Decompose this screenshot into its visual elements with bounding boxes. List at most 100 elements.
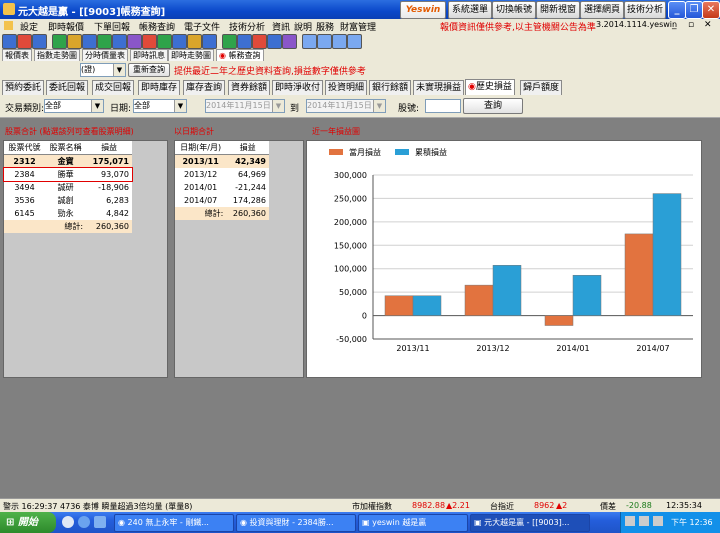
stock-top-row[interactable]: 2312 金寶 175,071 xyxy=(4,154,132,168)
tab-bank-balance[interactable]: 銀行餘額 xyxy=(369,80,412,95)
choose-web-button[interactable]: 選擇網頁 xyxy=(580,1,624,19)
tool-icon-16[interactable] xyxy=(237,34,252,49)
ie-icon[interactable] xyxy=(78,516,90,528)
stock-pl: 175,071 xyxy=(86,154,132,168)
chevron-down-icon: ▼ xyxy=(91,100,103,112)
minimize-icon[interactable]: _ xyxy=(668,1,686,19)
tab-realtime-inventory[interactable]: 即時庫存 xyxy=(138,80,181,95)
tool-icon-11[interactable] xyxy=(157,34,172,49)
tool-icon-17[interactable] xyxy=(252,34,267,49)
table-row[interactable]: 3536 誠創 6,283 xyxy=(4,194,132,207)
quicklaunch-icon-1[interactable] xyxy=(62,516,74,528)
table-row[interactable]: 2384 勝華 93,070 xyxy=(3,167,133,182)
table-row[interactable]: 6145 勁永 4,842 xyxy=(4,207,132,220)
tool-icon-14[interactable] xyxy=(202,34,217,49)
y-tick-label: 250,000 xyxy=(334,194,367,203)
y-tick-label: -50,000 xyxy=(336,335,367,344)
tool-icon-4[interactable] xyxy=(52,34,67,49)
menu-orders[interactable]: 下單回報 xyxy=(94,20,130,33)
switch-account-button[interactable]: 切換帳號 xyxy=(492,1,536,19)
date-top-row[interactable]: 2013/11 42,349 xyxy=(175,154,269,168)
tech-analysis-button[interactable]: 技術分析 xyxy=(624,1,666,19)
menu-quotes[interactable]: 即時報價 xyxy=(48,20,84,33)
stock-code: 3494 xyxy=(4,181,46,194)
mdi-restore-icon[interactable]: ▫ xyxy=(688,20,694,30)
task-yuanta[interactable]: ▣ 元大越是贏 - [[9003]... xyxy=(470,514,590,532)
stock-code-input[interactable] xyxy=(425,99,461,113)
tool-icon-23[interactable] xyxy=(347,34,362,49)
mdi-close-icon[interactable]: ✕ xyxy=(704,20,712,30)
menu-service[interactable]: 服務 xyxy=(316,20,334,33)
tool-icon-12[interactable] xyxy=(172,34,187,49)
system-menu-button[interactable]: 系統選單 xyxy=(448,1,492,19)
x-tick-label: 2013/11 xyxy=(396,344,429,353)
bar-cumulative xyxy=(492,265,522,316)
task-chrome-1[interactable]: ◉ 240 無上永牢 - 剛鐵... xyxy=(114,514,234,532)
tab-fill-report[interactable]: 成交回報 xyxy=(92,80,135,95)
tool-icon-19[interactable] xyxy=(282,34,297,49)
menu-settings[interactable]: 設定 xyxy=(20,20,38,33)
tool-icon-5[interactable] xyxy=(67,34,82,49)
status-time: 12:35:34 xyxy=(666,501,702,510)
menu-technical[interactable]: 技術分析 xyxy=(229,20,265,33)
tool-icon-3[interactable] xyxy=(32,34,47,49)
col-stock-name: 股票名稱 xyxy=(45,141,87,155)
tool-icon-8[interactable] xyxy=(112,34,127,49)
month-pl: 64,969 xyxy=(226,168,269,181)
tray-icon-2[interactable] xyxy=(639,516,649,526)
tool-icon-20[interactable] xyxy=(302,34,317,49)
trade-type-select[interactable]: 全部 ▼ xyxy=(44,99,104,113)
tool-icon-2[interactable] xyxy=(17,34,32,49)
tab-margin-balance[interactable]: 資券餘額 xyxy=(228,80,271,95)
menu-wealth[interactable]: 財富管理 xyxy=(340,20,376,33)
table-row[interactable]: 3494 誠研 -18,906 xyxy=(4,181,132,194)
month-pl: -21,244 xyxy=(226,181,269,194)
menu-account[interactable]: 帳務查詢 xyxy=(139,20,175,33)
table-row[interactable]: 2014/01 -21,244 xyxy=(175,181,269,194)
date-from-picker[interactable]: 2014年11月15日 ▼ xyxy=(205,99,285,113)
task-yeswin[interactable]: ▣ yeswin 越是贏 xyxy=(358,514,468,532)
tool-icon-6[interactable] xyxy=(82,34,97,49)
date-select[interactable]: 全部 ▼ xyxy=(133,99,187,113)
query-button[interactable]: 查詢 xyxy=(463,98,523,114)
mdi-minimize-icon[interactable]: _ xyxy=(672,20,677,30)
tab-unrealized-pl[interactable]: 未實現損益 xyxy=(413,80,465,95)
show-desktop-icon[interactable] xyxy=(94,516,106,528)
tab-inventory-query[interactable]: 庫存查詢 xyxy=(183,80,226,95)
account-strip: (證) ▼ 重新查詢 提供最近二年之歷史資料查詢,損益數字僅供參考 xyxy=(0,61,720,78)
tool-icon-15[interactable] xyxy=(222,34,237,49)
restore-icon[interactable]: ❐ xyxy=(685,1,703,19)
tool-icon-7[interactable] xyxy=(97,34,112,49)
start-button[interactable]: ⊞ 開始 xyxy=(0,512,56,533)
task-chrome-2[interactable]: ◉ 投資與理財 - 2384勝... xyxy=(236,514,356,532)
tray-icon-1[interactable] xyxy=(625,516,635,526)
radio-dot-icon: ◉ xyxy=(219,51,226,60)
bar-cumulative xyxy=(652,193,682,316)
tab-reservation[interactable]: 預約委託 xyxy=(2,80,45,95)
date-to-picker[interactable]: 2014年11月15日 ▼ xyxy=(306,99,386,113)
tool-icon-10[interactable] xyxy=(142,34,157,49)
table-row[interactable]: 2013/12 64,969 xyxy=(175,168,269,181)
close-icon[interactable]: ✕ xyxy=(702,1,720,19)
tool-icon-22[interactable] xyxy=(332,34,347,49)
menu-documents[interactable]: 電子文件 xyxy=(184,20,220,33)
account-select[interactable]: (證) ▼ xyxy=(80,63,126,77)
tool-icon-1[interactable] xyxy=(2,34,17,49)
tab-net-settlement[interactable]: 即時淨收付 xyxy=(272,80,324,95)
tab-order-report[interactable]: 委託回報 xyxy=(46,80,89,95)
new-window-button[interactable]: 開新視窗 xyxy=(536,1,580,19)
tab-account-limit[interactable]: 歸戶額度 xyxy=(520,80,563,95)
tool-icon-21[interactable] xyxy=(317,34,332,49)
table-row[interactable]: 2014/07 174,286 xyxy=(175,194,269,207)
refresh-button[interactable]: 重新查詢 xyxy=(128,63,170,77)
stock-pl: 6,283 xyxy=(86,194,132,207)
tool-icon-13[interactable] xyxy=(187,34,202,49)
bar-monthly xyxy=(464,284,494,316)
tray-icon-3[interactable] xyxy=(653,516,663,526)
tab-history-pl[interactable]: ◉歷史損益 xyxy=(465,79,515,95)
tab-investment-detail[interactable]: 投資明細 xyxy=(325,80,368,95)
tool-icon-18[interactable] xyxy=(267,34,282,49)
menu-info[interactable]: 資訊 xyxy=(272,20,290,33)
tool-icon-9[interactable] xyxy=(127,34,142,49)
menu-help[interactable]: 說明 xyxy=(294,20,312,33)
